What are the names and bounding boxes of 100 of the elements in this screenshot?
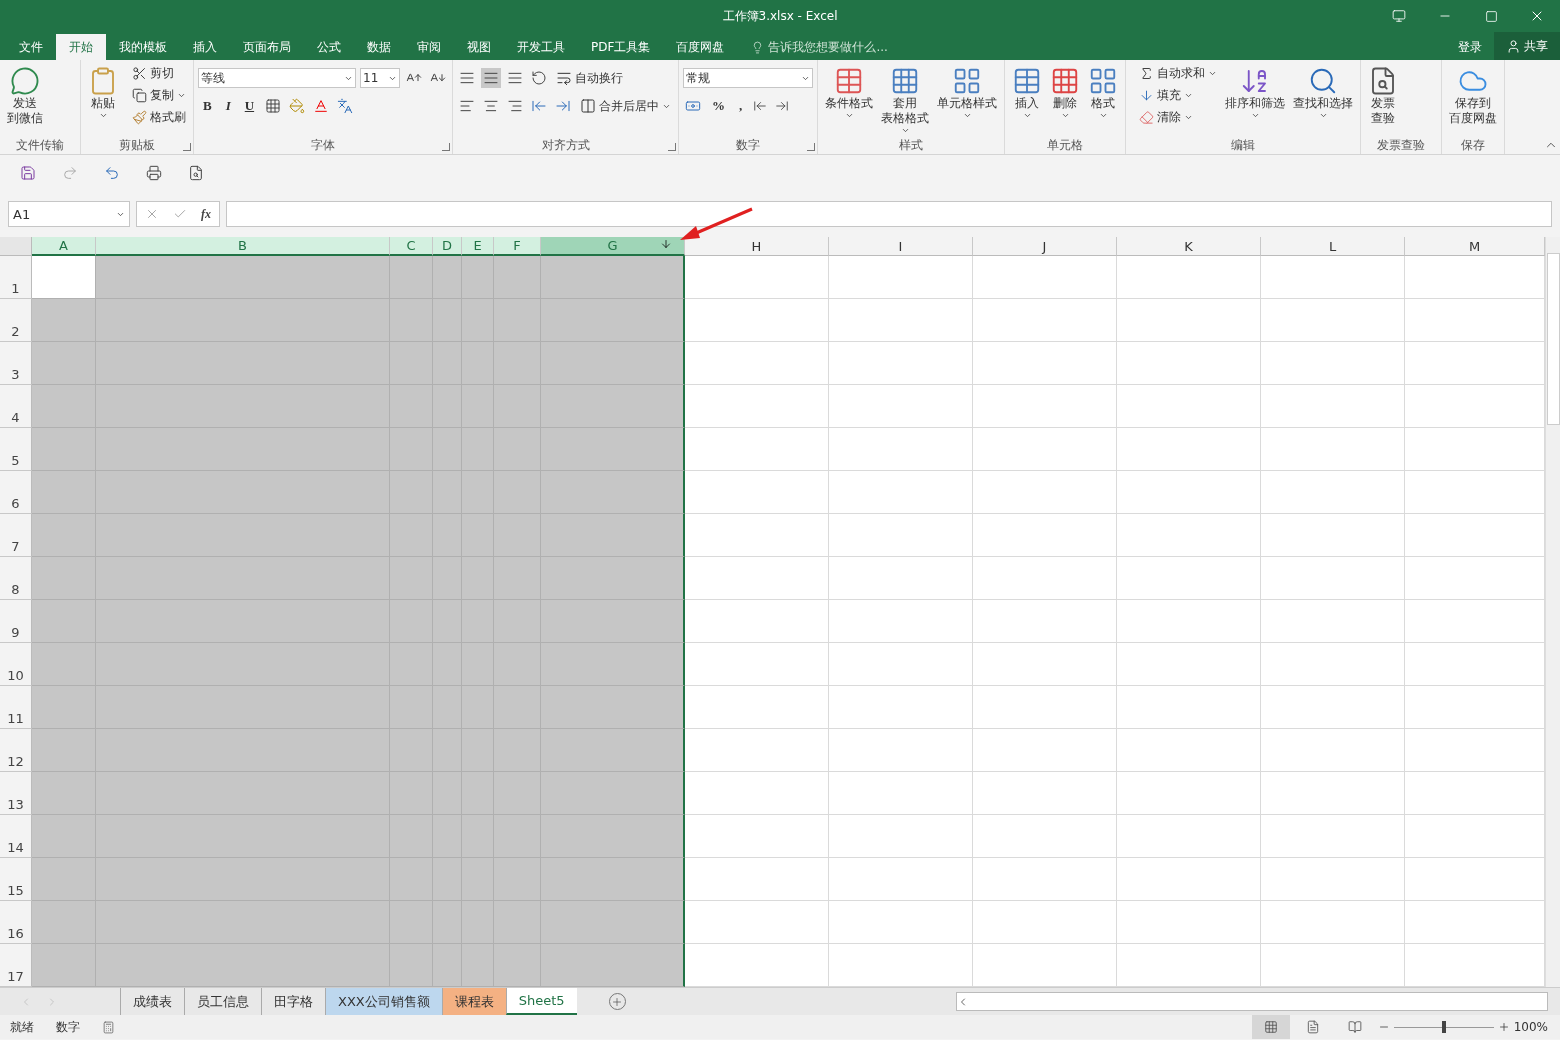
formula-input[interactable] (226, 201, 1552, 227)
grid-cell[interactable] (541, 686, 685, 729)
row-header[interactable]: 7 (0, 514, 32, 557)
ribbon-button[interactable]: 单元格样式 (934, 64, 1000, 122)
row-header[interactable]: 9 (0, 600, 32, 643)
row-header[interactable]: 4 (0, 385, 32, 428)
column-header[interactable]: E (462, 237, 494, 256)
login-link[interactable]: 登录 (1446, 34, 1494, 60)
grid-cell[interactable] (541, 643, 685, 686)
grid-cell[interactable] (32, 600, 96, 643)
ribbon-button[interactable]: 保存到 百度网盘 (1446, 64, 1500, 128)
orientation-button[interactable] (529, 68, 549, 88)
column-header[interactable]: L (1261, 237, 1405, 256)
grid-cell[interactable] (32, 514, 96, 557)
column-header[interactable]: G (541, 237, 685, 256)
name-box[interactable]: A1 (8, 201, 130, 227)
dialog-launcher-icon[interactable] (807, 143, 815, 151)
sheet-tab[interactable]: Sheet5 (505, 988, 577, 1015)
ribbon-tab[interactable]: 插入 (180, 34, 230, 60)
font-size-field[interactable]: 11 (360, 68, 400, 88)
row-header[interactable]: 10 (0, 643, 32, 686)
vertical-scrollbar[interactable] (1545, 237, 1560, 987)
dialog-launcher-icon[interactable] (442, 143, 450, 151)
ribbon-button[interactable]: 插入 (1009, 64, 1045, 122)
font-style-button[interactable]: B (198, 98, 217, 114)
grid-cell[interactable] (541, 299, 685, 342)
merge-center-button[interactable]: 合并后居中 (577, 96, 674, 116)
number-style-button[interactable]: % (707, 98, 730, 114)
column-header[interactable]: J (973, 237, 1117, 256)
grid-cell[interactable] (390, 944, 433, 987)
ribbon-button[interactable]: 排序和筛选 (1222, 64, 1288, 122)
dialog-launcher-icon[interactable] (183, 143, 191, 151)
ribbon-button[interactable]: 查找和选择 (1290, 64, 1356, 122)
align-middle-button[interactable] (481, 68, 501, 88)
grid-cell[interactable] (541, 600, 685, 643)
ribbon-button[interactable]: 格式 (1085, 64, 1121, 122)
ribbon-button[interactable]: 格式刷 (129, 108, 189, 127)
ribbon-button[interactable]: 填充 (1136, 86, 1220, 105)
grid-cell[interactable] (541, 514, 685, 557)
grid-cell[interactable] (541, 858, 685, 901)
column-header[interactable]: C (390, 237, 433, 256)
grid-cell[interactable] (541, 729, 685, 772)
grid-cell[interactable] (433, 944, 462, 987)
grid-cell[interactable] (32, 385, 96, 428)
ribbon-button[interactable]: 粘贴 (85, 64, 121, 122)
column-header[interactable]: K (1117, 237, 1261, 256)
grid-cell[interactable] (32, 858, 96, 901)
ribbon-tab[interactable]: 公式 (304, 34, 354, 60)
dialog-launcher-icon[interactable] (668, 143, 676, 151)
column-header[interactable]: H (685, 237, 829, 256)
grid-cell[interactable] (96, 256, 390, 299)
wrap-text-button[interactable]: 自动换行 (553, 68, 626, 88)
grid-cell[interactable] (32, 428, 96, 471)
grid-cell[interactable] (32, 299, 96, 342)
print-button[interactable] (144, 163, 164, 183)
grid-cell[interactable] (462, 256, 494, 299)
grid-cell[interactable] (541, 557, 685, 600)
ribbon-button[interactable]: 清除 (1136, 108, 1220, 127)
row-header[interactable]: 6 (0, 471, 32, 514)
horizontal-scrollbar[interactable] (956, 992, 1548, 1011)
grid-cell[interactable] (541, 815, 685, 858)
grid-cell[interactable] (32, 686, 96, 729)
grid-cell[interactable] (494, 256, 541, 299)
ribbon-button[interactable]: 自动求和 (1136, 64, 1220, 83)
row-header[interactable]: 15 (0, 858, 32, 901)
grid-cell[interactable] (541, 772, 685, 815)
grid-cell[interactable] (32, 557, 96, 600)
grid-cell[interactable] (541, 901, 685, 944)
ribbon-tab[interactable]: PDF工具集 (578, 34, 664, 60)
grid-cell[interactable] (541, 471, 685, 514)
grid-cell[interactable] (541, 385, 685, 428)
ribbon-tab[interactable]: 数据 (354, 34, 404, 60)
grid-cell[interactable] (32, 944, 96, 987)
grid-cell[interactable] (541, 944, 685, 987)
ribbon-tab[interactable]: 视图 (454, 34, 504, 60)
column-header[interactable]: F (494, 237, 541, 256)
grid-cell[interactable] (32, 901, 96, 944)
grid-cell[interactable] (494, 944, 541, 987)
column-header[interactable]: I (829, 237, 973, 256)
ribbon-button[interactable]: 发送 到微信 (4, 64, 46, 128)
grid-cell[interactable] (32, 471, 96, 514)
ribbon-tab[interactable]: 文件 (6, 34, 56, 60)
number-format-field[interactable]: 常规 (683, 68, 813, 88)
grid-cell[interactable] (541, 428, 685, 471)
ribbon-tab[interactable]: 百度网盘 (663, 34, 738, 60)
grid-cell[interactable] (390, 256, 433, 299)
select-all-corner[interactable] (0, 237, 32, 256)
ribbon-button[interactable]: 发票 查验 (1365, 64, 1401, 128)
grid-cell[interactable] (96, 299, 390, 342)
row-header[interactable]: 3 (0, 342, 32, 385)
share-button[interactable]: 共享 (1494, 32, 1560, 60)
active-cell[interactable] (32, 256, 96, 299)
column-header[interactable]: A (32, 237, 96, 256)
column-header[interactable]: M (1405, 237, 1545, 256)
row-header[interactable]: 1 (0, 256, 32, 299)
ribbon-tab[interactable]: 开发工具 (504, 34, 578, 60)
font-style-button[interactable]: U (239, 98, 260, 114)
grid-cell[interactable] (541, 256, 685, 299)
grid-cell[interactable] (433, 256, 462, 299)
row-header[interactable]: 16 (0, 901, 32, 944)
